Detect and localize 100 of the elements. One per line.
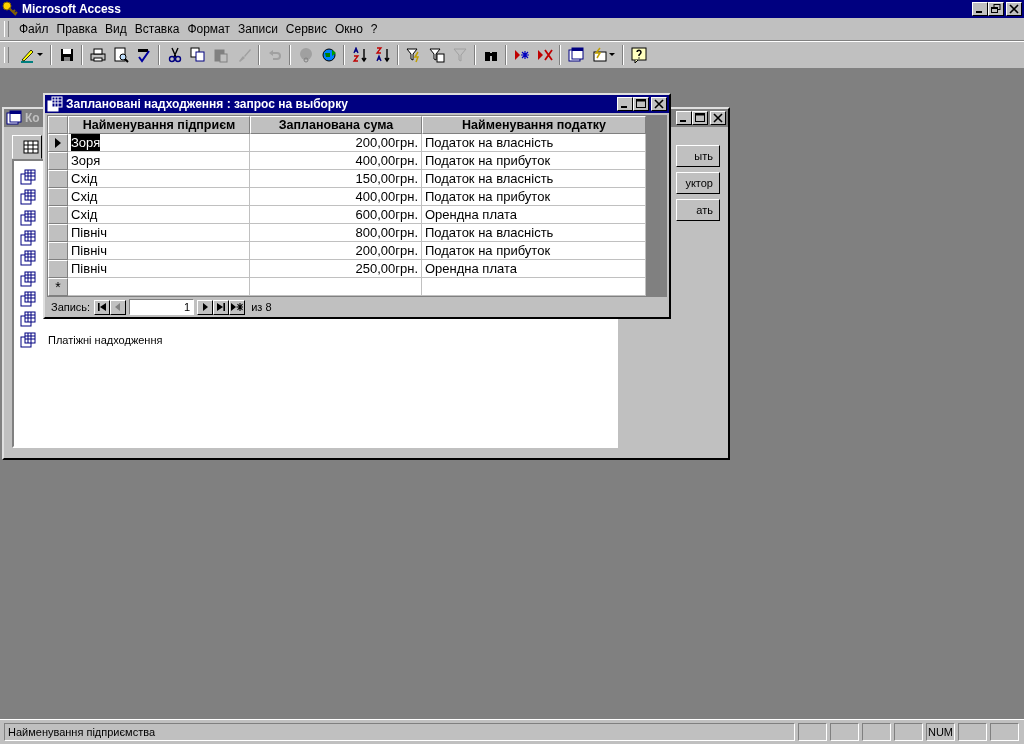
close-icon xyxy=(1009,4,1019,14)
record-number-field[interactable]: 1 xyxy=(129,299,195,316)
status-panel xyxy=(830,723,859,741)
table-cell[interactable]: Орендна плата xyxy=(422,259,646,278)
status-panel xyxy=(798,723,827,741)
table-cell[interactable]: Схід xyxy=(71,187,98,205)
maximize-button[interactable] xyxy=(633,96,649,111)
table-cell[interactable]: Податок на власність xyxy=(422,223,646,242)
query-icon xyxy=(20,230,36,247)
table-cell[interactable]: 200,00грн. xyxy=(250,133,422,152)
table-cell[interactable]: 400,00грн. xyxy=(250,187,422,206)
first-record-button[interactable] xyxy=(94,299,111,315)
menu-item[interactable]: Вставка xyxy=(130,22,184,36)
table-cell[interactable]: Зоря xyxy=(71,151,101,169)
next-icon xyxy=(201,303,210,312)
restore-icon xyxy=(991,4,1001,14)
table-icon xyxy=(23,139,39,155)
menu-item[interactable]: Правка xyxy=(52,22,102,36)
restore-button[interactable] xyxy=(988,2,1004,16)
maximize-icon xyxy=(636,98,646,109)
minimize-icon xyxy=(680,120,686,122)
delete-record-icon xyxy=(536,47,553,63)
table-cell[interactable]: Податок на прибуток xyxy=(422,187,646,206)
cut-icon xyxy=(166,47,183,63)
table-cell[interactable]: Податок на прибуток xyxy=(422,151,646,170)
status-panel xyxy=(894,723,923,741)
sort-descending-icon xyxy=(374,47,391,63)
key-icon xyxy=(2,1,18,17)
minimize-icon xyxy=(976,11,982,13)
new-record-icon xyxy=(231,303,244,312)
column-header[interactable]: Запланована сума xyxy=(250,115,422,134)
query-icon xyxy=(20,250,36,267)
table-cell[interactable]: 150,00грн. xyxy=(250,169,422,188)
record-label: Запись: xyxy=(51,301,91,314)
table-cell[interactable]: Північ xyxy=(71,241,107,259)
action-button[interactable]: ать xyxy=(676,199,720,221)
query-icon xyxy=(20,270,36,287)
tables-tab[interactable] xyxy=(12,135,42,159)
table-cell[interactable]: 600,00грн. xyxy=(250,205,422,224)
num-lock-indicator: NUM xyxy=(926,723,955,741)
table-cell[interactable]: Північ xyxy=(71,259,107,277)
previous-record-button[interactable] xyxy=(110,299,127,315)
select-all-corner[interactable] xyxy=(48,115,68,134)
action-button[interactable]: ыть xyxy=(676,145,720,167)
close-button[interactable] xyxy=(1006,2,1022,16)
table-cell[interactable]: Схід xyxy=(71,205,98,223)
action-button[interactable]: уктор xyxy=(676,172,720,194)
menu-item[interactable]: Формат xyxy=(183,22,235,36)
table-cell[interactable]: Схід xyxy=(71,169,98,187)
table-cell[interactable]: Північ xyxy=(71,223,107,241)
close-button[interactable] xyxy=(651,96,667,111)
query-icon xyxy=(20,311,36,328)
caret-icon xyxy=(37,53,43,57)
paste-icon xyxy=(212,47,229,63)
filter-icon xyxy=(405,47,422,63)
query-icon xyxy=(20,331,36,348)
help-icon xyxy=(630,47,647,63)
table-cell[interactable]: Податок на власність xyxy=(422,169,646,188)
maximize-button[interactable] xyxy=(692,111,708,125)
minimize-button[interactable] xyxy=(972,2,988,16)
minimize-button[interactable] xyxy=(676,111,692,125)
close-icon xyxy=(713,113,723,123)
table-cell[interactable]: Податок на прибуток xyxy=(422,241,646,260)
window-title: Заплановані надходження : запрос на выборку xyxy=(66,96,348,111)
new-record-icon xyxy=(513,47,530,63)
window-title: Microsoft Access xyxy=(22,2,121,16)
status-text: Найменування підприємства xyxy=(4,723,795,741)
minimize-button[interactable] xyxy=(617,96,633,111)
column-header[interactable]: Найменування підприєм xyxy=(68,115,250,134)
table-cell[interactable]: Орендна плата xyxy=(422,205,646,224)
pointer-icon xyxy=(54,137,62,148)
table-cell[interactable]: 250,00грн. xyxy=(250,259,422,278)
query-icon xyxy=(20,169,36,186)
table-cell[interactable]: 800,00грн. xyxy=(250,223,422,242)
spelling-check-icon xyxy=(135,47,152,63)
menu-item[interactable]: Вид xyxy=(101,22,131,36)
last-icon xyxy=(217,303,226,312)
empty-cell[interactable] xyxy=(250,277,422,296)
empty-cell[interactable] xyxy=(422,277,646,296)
table-cell[interactable]: 400,00грн. xyxy=(250,151,422,170)
new-object-icon xyxy=(591,47,607,63)
menu-item[interactable]: ? xyxy=(366,22,382,36)
menu-item[interactable]: Файл xyxy=(15,22,53,36)
maximize-icon xyxy=(695,113,705,123)
query-icon xyxy=(20,189,36,206)
new-record-button[interactable] xyxy=(229,299,246,315)
menu-item[interactable]: Записи xyxy=(234,22,282,36)
print-preview-icon xyxy=(112,47,129,63)
last-record-button[interactable] xyxy=(213,299,230,315)
next-record-button[interactable] xyxy=(197,299,214,315)
previous-icon xyxy=(114,303,123,312)
column-header[interactable]: Найменування податку xyxy=(422,115,646,134)
query-icon xyxy=(20,209,36,226)
menu-item[interactable]: Окно xyxy=(330,22,367,36)
query-name[interactable]: Платіжні надходження xyxy=(48,333,163,346)
close-button[interactable] xyxy=(710,111,726,125)
table-cell[interactable]: Податок на власність xyxy=(422,133,646,152)
menu-item[interactable]: Сервис xyxy=(281,22,331,36)
database-window-icon xyxy=(567,47,584,63)
table-cell[interactable]: 200,00грн. xyxy=(250,241,422,260)
